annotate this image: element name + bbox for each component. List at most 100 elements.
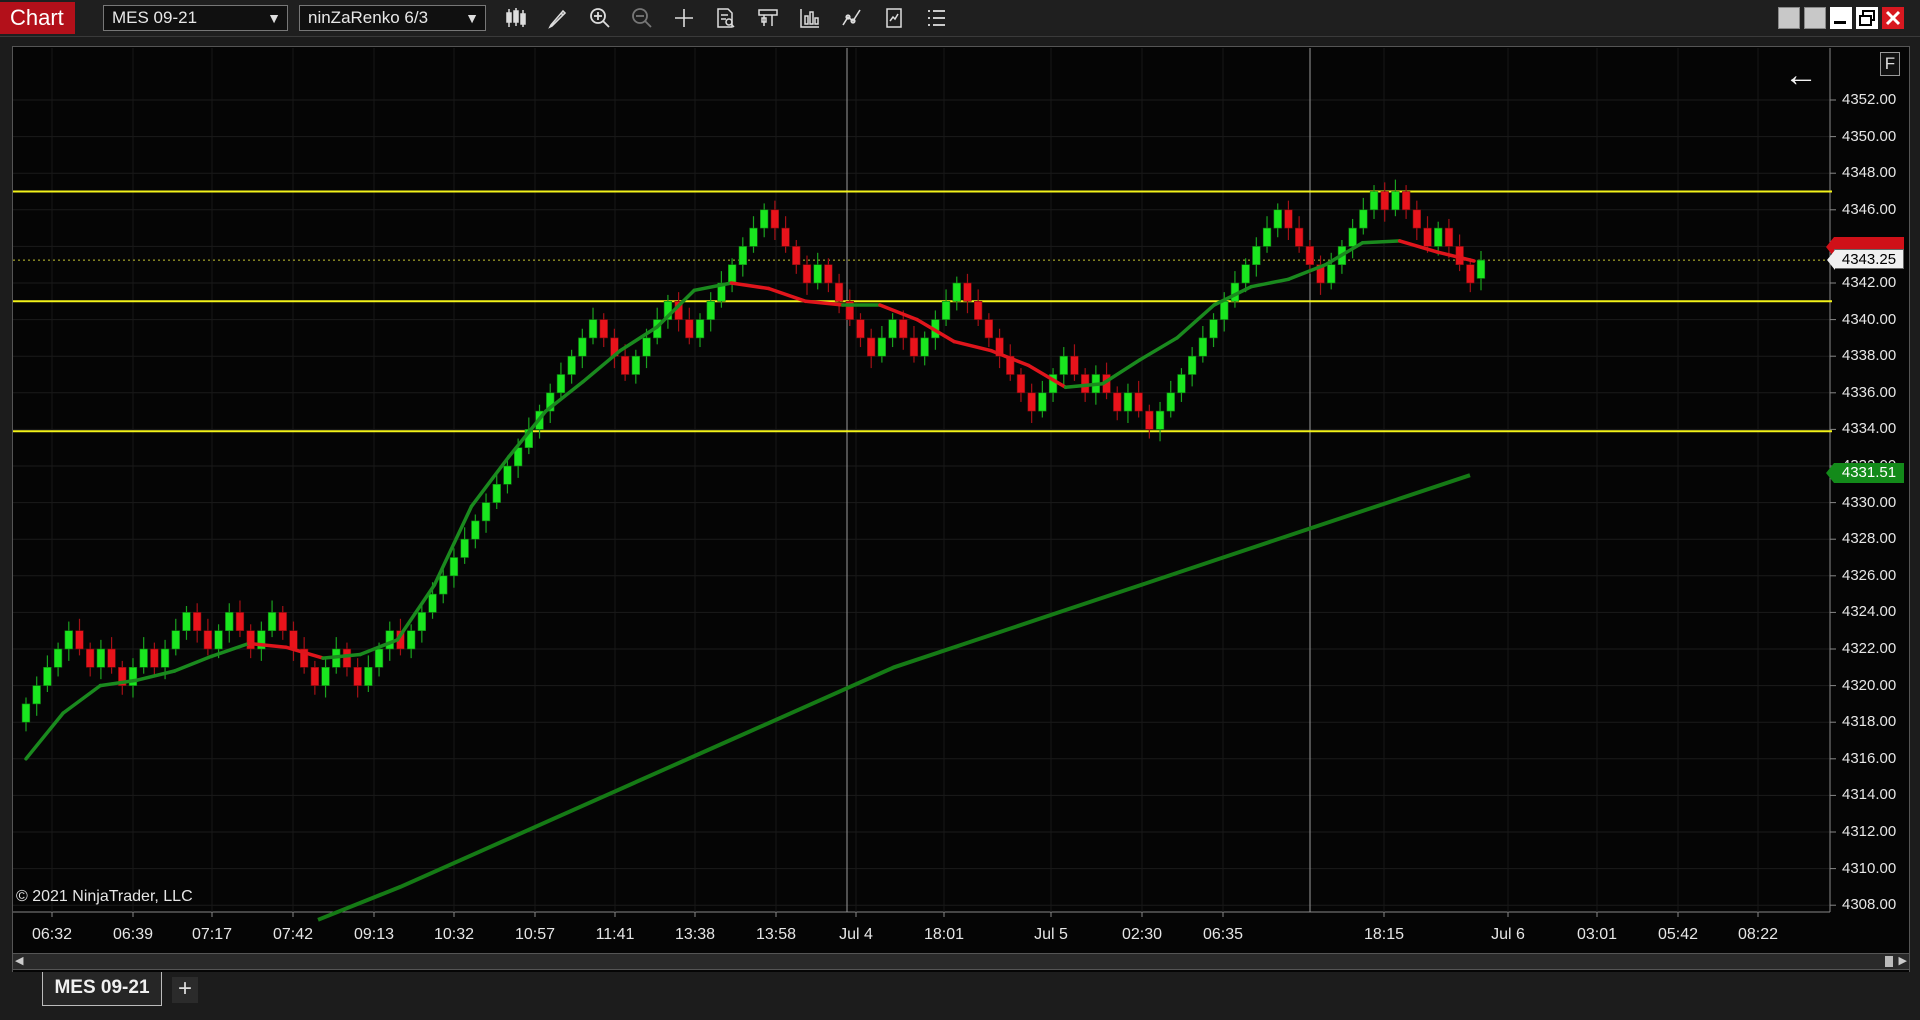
price-tick-label: 4350.00 [1842,127,1897,145]
candle [1466,264,1475,284]
ma-fast-segment [61,683,103,715]
candle [1220,300,1229,320]
price-tick-label: 4310.00 [1842,859,1897,877]
ma-fast-segment [172,654,214,673]
ma-fast-segment [24,711,65,761]
candle [321,666,330,686]
candle [471,520,480,540]
candle [899,319,908,339]
candle [64,630,73,650]
candle [1327,264,1336,284]
candle [727,264,737,284]
candle [225,612,234,632]
candle [1241,264,1250,284]
time-tick-label: 03:01 [1576,926,1618,943]
candle [877,337,886,357]
time-tick-label: 06:39 [112,926,154,943]
ma-fast-segment [766,286,808,304]
scrollbar-thumb[interactable] [1885,956,1893,967]
candle [182,612,191,632]
scroll-left-icon[interactable]: ◀ [15,954,23,969]
price-tick-label: 4318.00 [1842,713,1897,731]
candle [214,630,223,650]
candle [706,300,715,320]
candle [695,319,705,339]
candle [460,538,469,558]
back-arrow-icon[interactable]: ← [1784,58,1818,92]
price-tag-current: 4343.25 [1827,249,1904,270]
time-tick-label: 08:22 [1737,926,1779,943]
time-tick-label: 18:01 [923,926,965,943]
candle [86,648,95,668]
candle [759,209,769,229]
candle [353,666,362,686]
time-tick-label: Jul 4 [839,926,873,943]
ma-fast-segment [135,669,177,682]
time-tick-label: 06:32 [31,926,73,943]
time-tick-label: 07:17 [191,926,233,943]
candle [824,264,833,284]
ma-fast-segment [952,339,994,353]
candle [1380,191,1389,211]
candle [685,319,694,339]
candle [278,612,287,632]
candle [492,483,501,503]
candle [374,648,384,668]
candle [770,209,779,229]
candle [1369,191,1379,211]
candle [1070,355,1079,375]
candle [171,630,180,650]
price-chart[interactable] [0,0,1920,1020]
tab-mes-09-21[interactable]: MES 09-21 [42,972,162,1006]
time-tick-label: 06:35 [1202,926,1244,943]
candle [96,648,105,668]
time-tick-label: 05:42 [1657,926,1699,943]
price-tick-label: 4330.00 [1842,493,1897,511]
candle [1155,410,1165,430]
ma-fast-segment [618,325,659,353]
scroll-right-icon[interactable]: ▶ [1899,954,1907,969]
candle [32,685,41,705]
candle [481,502,491,522]
candle [107,648,116,668]
candle [567,355,576,375]
candle [289,630,298,650]
candle [235,612,245,632]
price-tick-label: 4346.00 [1842,200,1897,218]
candle [984,319,993,339]
candle [160,648,170,668]
time-tick-label: 10:32 [433,926,475,943]
candle [920,337,929,357]
candle [1434,227,1443,247]
horizontal-scrollbar[interactable]: ◀ ▶ [12,953,1910,970]
candle [620,355,630,375]
candle [1038,392,1047,412]
candle [417,612,426,632]
candle [1134,392,1143,412]
candle [428,593,437,613]
ma-fast-segment [878,303,919,322]
candle [1476,259,1486,279]
candle [599,319,608,339]
candle [364,666,373,686]
candle [310,666,319,686]
candle [1295,227,1304,247]
candle [1391,191,1400,211]
time-tick-label: 13:38 [674,926,716,943]
time-tick-label: Jul 5 [1034,926,1068,943]
time-tick-label: 02:30 [1121,926,1163,943]
candle [556,374,566,394]
f-button[interactable]: F [1880,52,1900,76]
candle [1262,227,1272,247]
candle [53,648,63,668]
candle [150,648,159,668]
candle [342,648,352,668]
ma-fast-segment [692,281,734,293]
price-tick-label: 4328.00 [1842,530,1897,548]
ma-fast-segment [469,455,511,509]
time-tick-label: 18:15 [1363,926,1405,943]
ma-fast-segment [1100,358,1142,386]
copyright-notice: © 2021 NinjaTrader, LLC [16,888,193,905]
add-tab-button[interactable]: + [172,977,198,1003]
candle [941,300,951,320]
